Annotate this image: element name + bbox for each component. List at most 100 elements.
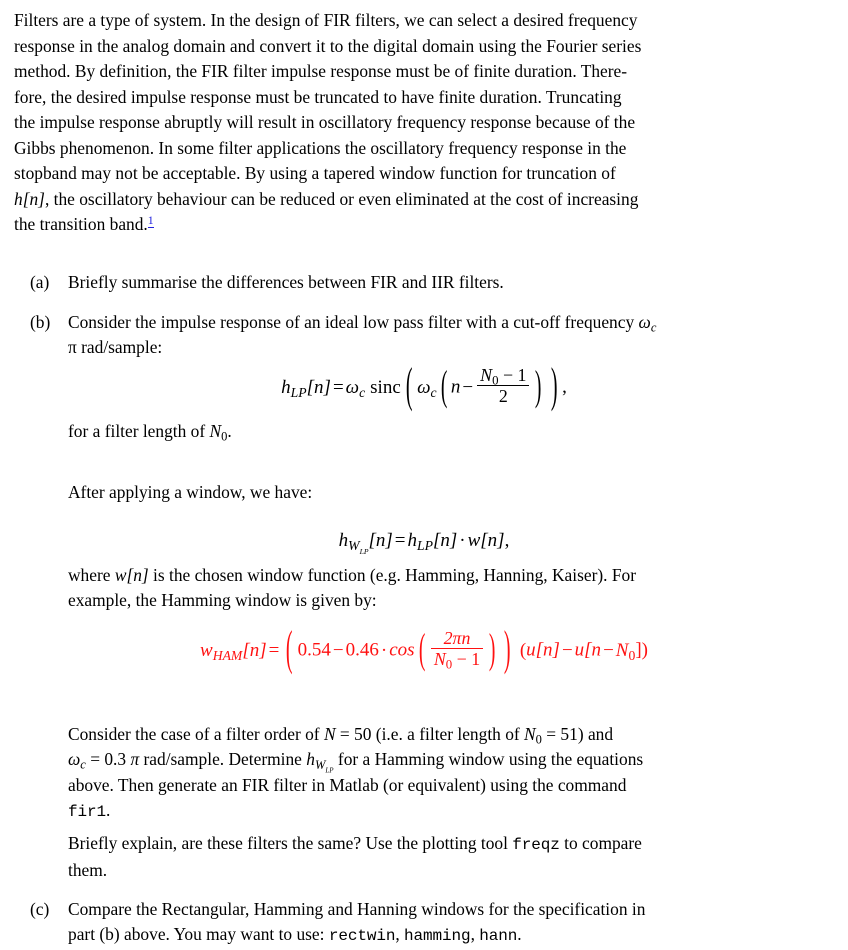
eq-hwlp-comma: ,	[504, 530, 510, 551]
eq-hlp-paren-close-outer: )	[550, 360, 558, 414]
window-explanation: where w[n] is the chosen window function…	[30, 563, 832, 614]
code-hann[interactable]: hann	[479, 927, 517, 945]
filter-spec-line-4: fir1.	[68, 798, 832, 825]
list-body-c: Compare the Rectangular, Hamming and Han…	[68, 897, 832, 950]
item-c-sep-1: ,	[395, 924, 405, 945]
eq-hlp-paren-open-outer: (	[405, 360, 413, 414]
eq-hlp-n: n	[450, 376, 461, 398]
symbol-wn: w[n]	[114, 565, 149, 585]
intro-line-2-text: response in the analog domain and conver…	[14, 35, 642, 56]
item-c-l2-pre: part (b) above. You may want to use:	[68, 924, 329, 945]
intro-line-8-text: , the oscillatory behaviour can be reduc…	[44, 188, 639, 209]
equation-hamming-window: wHAM[n] =(0.54−0.46 · cos(2πn N0 − 1)) (u[n] −…	[0, 623, 848, 677]
eq-ham-minus: −	[332, 639, 344, 661]
eq-ham-step-minus: −	[561, 639, 573, 661]
eq-ham-paren-open-outer: (	[286, 623, 293, 677]
intro-line-4: fore, the desired impulse response must …	[14, 85, 832, 111]
eq-ham-dot: ·	[380, 639, 388, 661]
item-c-line-2: part (b) above. You may want to use: rec…	[68, 922, 832, 949]
equation-ideal-lowpass: hLP[n] = ωc sinc(ωc(n − N0 − 1 2)),	[0, 360, 848, 414]
where-pre: where	[68, 565, 115, 585]
eq-ham-step-open: (	[519, 639, 527, 661]
item-c-sep-2: ,	[470, 924, 480, 945]
symbol-N0-spec: N0	[524, 724, 542, 747]
eq-hlp-equals: =	[332, 376, 344, 398]
code-fir1[interactable]: fir1	[68, 803, 106, 821]
list-body-a: Briefly summarise the differences betwee…	[68, 270, 832, 295]
item-c-line-1: Compare the Rectangular, Hamming and Han…	[68, 899, 646, 919]
eq-hlp-fraction: N0 − 12	[477, 365, 530, 406]
eq-ham-a1: 0.46	[345, 639, 379, 661]
intro-line-1: Filters are a type of system. In the des…	[14, 8, 832, 34]
eq-ham-a0: 0.54	[297, 639, 331, 661]
eq-ham-frac-numerator: 2πn	[443, 628, 471, 648]
briefly-l1b: to compare	[559, 833, 642, 853]
eq-hlp-lhs: hLP[n]	[281, 376, 331, 400]
eq-hlp-omega-c: ωc	[345, 376, 366, 400]
intro-line-6-text: Gibbs phenomenon. In some filter applica…	[14, 137, 627, 158]
intro-line-4-text: fore, the desired impulse response must …	[14, 86, 622, 107]
filter-spec-body: Consider the case of a filter order of N…	[68, 722, 832, 826]
window-explanation-line-2: example, the Hamming window is given by:	[68, 590, 377, 611]
eq-ham-step-u1: u[n]	[526, 639, 560, 661]
eq-ham-fraction: 2πn N0 − 1	[430, 628, 484, 671]
symbol-N0: N0	[209, 421, 228, 444]
eq-ham-step-N0: N0	[615, 639, 636, 663]
filter-spec-l1a: Consider the case of a filter order of	[68, 724, 324, 744]
list-label-c: (c)	[30, 899, 50, 919]
document-page: Filters are a type of system. In the des…	[0, 0, 848, 949]
symbol-omega-c: ωc	[638, 312, 657, 335]
eq-hlp-inner-omega-c: ωc	[417, 376, 437, 400]
code-freqz[interactable]: freqz	[512, 836, 560, 854]
code-hamming[interactable]: hamming	[404, 927, 471, 945]
briefly-explain-paragraph: Briefly explain, are these filters the s…	[30, 831, 832, 884]
eq-ham-paren-open-inner: (	[418, 626, 425, 674]
item-b-line-1: Consider the impulse response of an idea…	[68, 310, 832, 335]
filter-length-post: .	[227, 421, 232, 441]
intro-line-9: the transition band.1	[14, 212, 832, 238]
filter-length-pre: for a filter length of	[68, 421, 210, 441]
code-rectwin[interactable]: rectwin	[329, 927, 396, 945]
eq-hlp-paren-close-inner: )	[535, 363, 542, 411]
eq-hlp-minus: −	[462, 376, 474, 398]
eq-hwlp-equals: =	[394, 530, 406, 551]
filter-spec-l2a: = 0.3	[85, 749, 131, 770]
intro-line-8: h[n], the oscillatory behaviour can be r…	[14, 187, 832, 213]
filter-spec-paragraph: Consider the case of a filter order of N…	[30, 722, 832, 826]
item-b-line-1-text: Consider the impulse response of an idea…	[68, 312, 635, 332]
eq-hwlp-rhs: hLP[n]	[407, 530, 458, 553]
intro-line-5-text: the impulse response abruptly will resul…	[14, 112, 636, 132]
after-window-text: After applying a window, we have:	[68, 482, 313, 502]
intro-line-3: method. By definition, the FIR filter im…	[14, 59, 832, 85]
list-body-b: Consider the impulse response of an idea…	[68, 310, 832, 361]
list-item-a: (a) Briefly summarise the differences be…	[30, 270, 832, 295]
window-explanation-line-1: where w[n] is the chosen window function…	[68, 563, 832, 588]
list-item-b: (b) Consider the impulse response of an …	[30, 310, 832, 361]
eq-ham-step-minus2: −	[603, 639, 614, 661]
briefly-l1a: Briefly explain, are these filters the s…	[68, 833, 513, 853]
symbol-pi-spec: π	[130, 749, 140, 770]
eq-ham-paren-close-outer: )	[504, 623, 511, 677]
intro-line-2: response in the analog domain and conver…	[14, 34, 832, 60]
eq-ham-lhs: wHAM[n]	[200, 639, 267, 663]
item-c-l2-end: .	[517, 924, 522, 945]
eq-hwlp-lhs: hWLP[n]	[338, 530, 393, 556]
briefly-explain-line-1: Briefly explain, are these filters the s…	[68, 831, 832, 858]
list-label-a: (a)	[30, 272, 50, 292]
after-window-body: After applying a window, we have:	[68, 480, 832, 505]
eq-ham-cos: cos	[389, 639, 415, 661]
filter-length-note: for a filter length of N0.	[30, 419, 832, 444]
item-b-line-2: π rad/sample:	[68, 335, 832, 360]
symbol-hn: h[n]	[14, 188, 45, 209]
filter-spec-l2c: for a Hamming window using the equations	[333, 749, 644, 770]
symbol-omega-c-spec: ωc	[68, 749, 86, 772]
intro-line-1-text: Filters are a type of system. In the des…	[14, 10, 638, 30]
filter-spec-line-2: ωc = 0.3 π rad/sample. Determine hWLP fo…	[68, 747, 832, 774]
eq-hlp-frac-denominator: 2	[477, 385, 530, 406]
eq-ham-step-u2: u[n	[574, 639, 602, 661]
footnote-marker-link[interactable]: 1	[147, 212, 154, 228]
eq-hlp-frac-numerator: N0 − 1	[480, 365, 527, 388]
briefly-explain-line-2: them.	[68, 860, 108, 881]
list-item-c: (c) Compare the Rectangular, Hamming and…	[30, 897, 832, 950]
symbol-N: N	[323, 724, 336, 744]
